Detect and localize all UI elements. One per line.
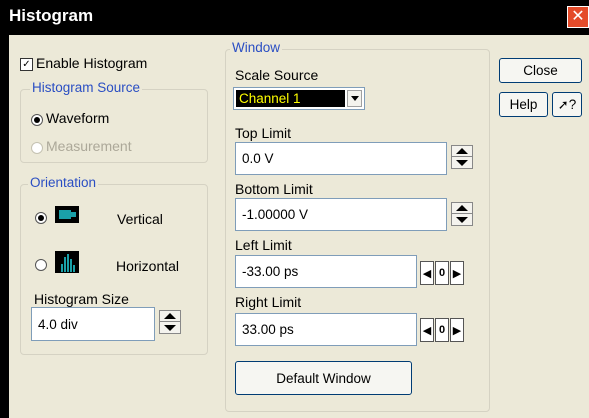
close-button[interactable]: Close [499, 58, 582, 83]
window-title: Histogram [9, 6, 94, 25]
whats-this-button[interactable]: ➚? [552, 92, 582, 117]
nudge-zero-button[interactable]: 0 [435, 318, 449, 342]
orientation-legend: Orientation [28, 175, 99, 190]
histogram-size-stepper[interactable] [159, 310, 181, 334]
right-limit-nudge: ◀ 0 ▶ [420, 318, 464, 342]
measurement-label: Measurement [46, 138, 132, 154]
bottom-limit-label: Bottom Limit [235, 181, 313, 197]
nudge-zero-button[interactable]: 0 [435, 261, 449, 285]
scale-source-dropdown[interactable]: Channel 1 [233, 87, 365, 110]
histogram-dialog: Histogram ✕ ✓ Enable Histogram Histogram… [0, 0, 589, 418]
left-limit-field[interactable]: -33.00 ps [235, 255, 417, 288]
enable-histogram-label: Enable Histogram [36, 55, 148, 71]
scale-source-label: Scale Source [235, 67, 319, 83]
horizontal-radio[interactable] [35, 259, 47, 271]
dialog-body: ✓ Enable Histogram Histogram Source Wave… [9, 35, 589, 418]
increment-icon[interactable] [452, 146, 472, 157]
enable-histogram-checkbox[interactable]: ✓ [20, 58, 33, 71]
bottom-limit-stepper[interactable] [451, 202, 473, 226]
vertical-label: Vertical [117, 211, 163, 227]
measurement-radio [31, 142, 43, 154]
horizontal-histogram-icon [55, 251, 79, 273]
histogram-size-label: Histogram Size [34, 291, 129, 307]
window-legend: Window [230, 40, 283, 55]
decrement-icon[interactable] [452, 214, 472, 225]
window-border [0, 35, 9, 418]
default-window-button[interactable]: Default Window [235, 361, 412, 395]
nudge-left-icon[interactable]: ◀ [420, 318, 434, 342]
histogram-size-field[interactable]: 4.0 div [31, 307, 155, 341]
decrement-icon[interactable] [160, 322, 180, 333]
title-bar: Histogram ✕ [0, 0, 589, 35]
increment-icon[interactable] [160, 311, 180, 322]
nudge-right-icon[interactable]: ▶ [450, 261, 464, 285]
left-limit-nudge: ◀ 0 ▶ [420, 261, 464, 285]
close-window-icon[interactable]: ✕ [567, 6, 589, 28]
increment-icon[interactable] [452, 203, 472, 214]
bottom-limit-field[interactable]: -1.00000 V [235, 198, 447, 231]
nudge-right-icon[interactable]: ▶ [450, 318, 464, 342]
vertical-radio[interactable] [35, 212, 47, 224]
left-limit-label: Left Limit [235, 237, 292, 253]
waveform-radio[interactable] [31, 114, 43, 126]
top-limit-label: Top Limit [235, 125, 292, 141]
pointer-question-icon: ➚ [557, 96, 569, 112]
right-limit-field[interactable]: 33.00 ps [235, 313, 417, 346]
horizontal-label: Horizontal [116, 258, 180, 274]
right-limit-label: Right Limit [235, 294, 302, 310]
histogram-source-legend: Histogram Source [30, 80, 143, 95]
chevron-down-icon[interactable] [347, 90, 362, 107]
scale-source-value: Channel 1 [236, 90, 345, 107]
top-limit-stepper[interactable] [451, 145, 473, 169]
help-button[interactable]: Help [499, 92, 548, 117]
waveform-label: Waveform [46, 110, 110, 126]
decrement-icon[interactable] [452, 157, 472, 168]
nudge-left-icon[interactable]: ◀ [420, 261, 434, 285]
vertical-histogram-icon [55, 206, 79, 223]
top-limit-field[interactable]: 0.0 V [235, 142, 447, 175]
